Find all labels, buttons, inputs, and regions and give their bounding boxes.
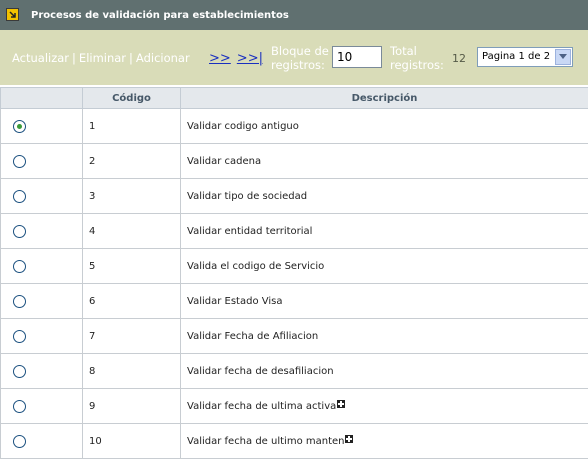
descripcion-text: Validar Fecha de Afiliacion [187,331,318,342]
row-select-cell [1,214,83,249]
page-select-value: Pagina 1 de 2 [482,51,550,62]
last-page-link[interactable]: >>| [237,51,263,66]
descripcion-cell: Validar codigo antiguo [181,109,588,144]
row-radio[interactable] [13,155,26,168]
row-select-cell [1,249,83,284]
row-radio[interactable] [13,295,26,308]
row-radio[interactable] [13,120,26,133]
toolbar: Actualizar|Eliminar|Adicionar >>>>| Bloq… [0,30,588,85]
descripcion-text: Validar codigo antiguo [187,121,299,132]
chevron-down-icon[interactable] [555,49,571,65]
table-row[interactable]: 5 Valida el codigo de Servicio [1,249,588,284]
page-select[interactable]: Pagina 1 de 2 [477,47,573,67]
table-row[interactable]: 3 Validar tipo de sociedad [1,179,588,214]
descripcion-text: Validar Estado Visa [187,296,282,307]
row-radio[interactable] [13,190,26,203]
descripcion-cell: Validar fecha de ultima activa [181,389,588,424]
separator: | [129,51,133,65]
descripcion-cell: Validar entidad territorial [181,214,588,249]
page-title: Procesos de validación para establecimie… [31,10,289,21]
delete-link[interactable]: Eliminar [79,51,126,65]
column-header-codigo[interactable]: Código [83,88,181,109]
row-select-cell [1,179,83,214]
title-bar: Procesos de validación para establecimie… [0,0,588,30]
descripcion-cell: Valida el codigo de Servicio [181,249,588,284]
row-radio[interactable] [13,435,26,448]
action-links: Actualizar|Eliminar|Adicionar [12,51,190,65]
descripcion-text: Validar cadena [187,156,261,167]
row-select-cell [1,109,83,144]
records-table: Código Descripción 1 Validar codigo antig… [0,87,588,459]
total-records-value: 12 [452,52,466,65]
codigo-cell: 5 [83,249,181,284]
row-radio[interactable] [13,400,26,413]
descripcion-text: Valida el codigo de Servicio [187,261,324,272]
next-page-link[interactable]: >> [209,51,231,66]
row-select-cell [1,424,83,459]
table-row[interactable]: 1 Validar codigo antiguo [1,109,588,144]
refresh-link[interactable]: Actualizar [12,51,69,65]
row-radio[interactable] [13,260,26,273]
descripcion-cell: Validar Fecha de Afiliacion [181,319,588,354]
row-select-cell [1,144,83,179]
descripcion-text: Validar fecha de ultimo manten [187,436,344,447]
row-select-cell [1,389,83,424]
descripcion-text: Validar entidad territorial [187,226,312,237]
descripcion-cell: Validar Estado Visa [181,284,588,319]
descripcion-cell: Validar fecha de desafiliacion [181,354,588,389]
descripcion-text: Validar fecha de ultima activa [187,401,336,412]
descripcion-cell: Validar tipo de sociedad [181,179,588,214]
expand-plus-icon[interactable] [345,435,353,443]
pager: >> >>| [209,51,263,66]
descripcion-text: Validar tipo de sociedad [187,191,307,202]
descripcion-cell: Validar cadena [181,144,588,179]
table-row[interactable]: 10 Validar fecha de ultimo manten [1,424,588,459]
row-select-cell [1,284,83,319]
block-size-input[interactable] [332,46,382,68]
table-header-row: Código Descripción [1,88,588,109]
table-row[interactable]: 4 Validar entidad territorial [1,214,588,249]
codigo-cell: 3 [83,179,181,214]
arrow-down-right-icon [6,8,19,21]
total-records-label: Totalregistros: [390,44,444,72]
table-row[interactable]: 8 Validar fecha de desafiliacion [1,354,588,389]
codigo-cell: 1 [83,109,181,144]
codigo-cell: 2 [83,144,181,179]
row-radio[interactable] [13,330,26,343]
codigo-cell: 4 [83,214,181,249]
codigo-cell: 10 [83,424,181,459]
row-radio[interactable] [13,365,26,378]
row-radio[interactable] [13,225,26,238]
table-row[interactable]: 7 Validar Fecha de Afiliacion [1,319,588,354]
row-select-cell [1,319,83,354]
table-row[interactable]: 2 Validar cadena [1,144,588,179]
codigo-cell: 6 [83,284,181,319]
column-header-select [1,88,83,109]
table-row[interactable]: 6 Validar Estado Visa [1,284,588,319]
row-select-cell [1,354,83,389]
descripcion-text: Validar fecha de desafiliacion [187,366,334,377]
add-link[interactable]: Adicionar [136,51,190,65]
block-size-label: Bloque deregistros: [271,44,329,72]
separator: | [72,51,76,65]
expand-plus-icon[interactable] [337,400,345,408]
table-row[interactable]: 9 Validar fecha de ultima activa [1,389,588,424]
descripcion-cell: Validar fecha de ultimo manten [181,424,588,459]
column-header-descripcion[interactable]: Descripción [181,88,588,109]
codigo-cell: 8 [83,354,181,389]
codigo-cell: 7 [83,319,181,354]
codigo-cell: 9 [83,389,181,424]
